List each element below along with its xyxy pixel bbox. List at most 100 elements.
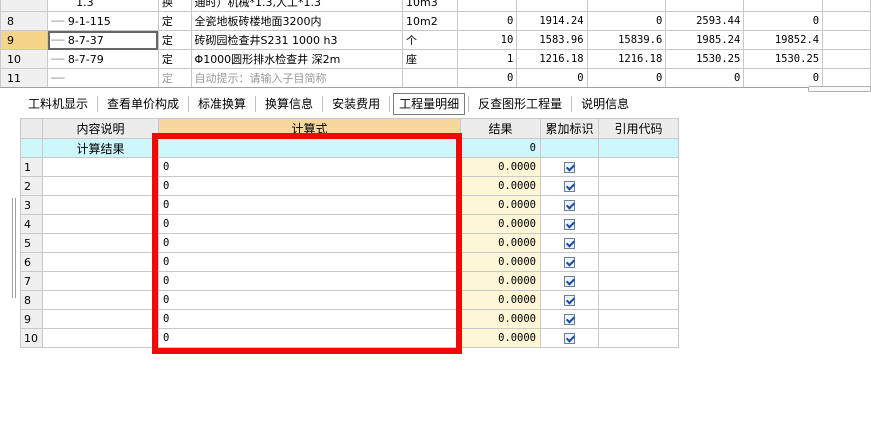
detail-row[interactable]: 5 0 0.0000 <box>20 233 679 253</box>
cumulative-checkbox[interactable] <box>564 238 575 249</box>
formula-cell[interactable]: 0 <box>158 157 461 177</box>
tab-quantity-detail[interactable]: 工程量明细 <box>393 93 466 115</box>
tab-labor-material-machine[interactable]: 工料机显示 <box>22 93 94 115</box>
ref-code-cell[interactable] <box>598 309 679 329</box>
detail-row[interactable]: 10 0 0.0000 <box>20 328 679 348</box>
formula-cell[interactable]: 0 <box>158 252 461 272</box>
quota-code[interactable]: ── 9-1-115 <box>47 11 159 31</box>
desc-cell[interactable] <box>42 157 159 177</box>
ref-code-cell[interactable] <box>598 290 679 310</box>
quota-type: 定 <box>157 68 192 87</box>
column-header-formula[interactable]: 计算式 <box>158 118 461 139</box>
cumulative-cell[interactable] <box>540 290 599 310</box>
formula-cell[interactable]: 0 <box>158 233 461 253</box>
ref-code-cell[interactable] <box>598 271 679 291</box>
cumulative-cell[interactable] <box>540 271 599 291</box>
detail-row[interactable]: 1 0 0.0000 <box>20 157 679 177</box>
result-cell: 0.0000 <box>460 309 541 329</box>
detail-row[interactable]: 9 0 0.0000 <box>20 309 679 329</box>
desc-cell[interactable] <box>42 271 159 291</box>
ref-code-cell[interactable] <box>598 233 679 253</box>
tab-description-info[interactable]: 说明信息 <box>575 93 635 115</box>
tab-standard-conversion[interactable]: 标准换算 <box>192 93 252 115</box>
quota-code[interactable]: 1.3 <box>47 0 159 12</box>
cumulative-checkbox[interactable] <box>564 314 575 325</box>
tab-unit-price-composition[interactable]: 查看单价构成 <box>101 93 185 115</box>
formula-cell[interactable]: 0 <box>158 309 461 329</box>
column-header-cumulative[interactable]: 累加标识 <box>540 118 599 139</box>
formula-cell[interactable]: 0 <box>158 290 461 310</box>
cumulative-cell[interactable] <box>540 157 599 177</box>
quota-row-new[interactable]: 11 ── 定 自动提示：请输入子目简称 0 0 0 0 0 <box>0 68 871 87</box>
quota-code[interactable]: ── 8-7-37 <box>47 30 159 50</box>
cumulative-cell[interactable] <box>540 328 599 348</box>
quota-price2: 2593.44 <box>665 11 745 31</box>
result-cell: 0.0000 <box>460 252 541 272</box>
cumulative-cell[interactable] <box>540 195 599 215</box>
desc-cell[interactable] <box>42 252 159 272</box>
quota-unit: 10m2 <box>402 11 459 31</box>
column-header-desc[interactable]: 内容说明 <box>42 118 159 139</box>
formula-cell[interactable]: 0 <box>158 176 461 196</box>
quota-code[interactable]: ── 8-7-79 <box>47 49 159 69</box>
tab-conversion-info[interactable]: 换算信息 <box>259 93 319 115</box>
cumulative-cell[interactable] <box>540 233 599 253</box>
cumulative-cell[interactable] <box>540 214 599 234</box>
cumulative-cell[interactable] <box>540 176 599 196</box>
quota-row-selected[interactable]: 9 ── 8-7-37 定 砖砌园检查井S231 1000 h3 个 10 15… <box>0 30 871 50</box>
ref-code-cell[interactable] <box>598 157 679 177</box>
formula-cell[interactable]: 0 <box>158 195 461 215</box>
desc-cell[interactable] <box>42 176 159 196</box>
detail-row[interactable]: 6 0 0.0000 <box>20 252 679 272</box>
desc-cell[interactable] <box>42 309 159 329</box>
splitter-handle[interactable] <box>12 198 16 298</box>
ref-code-cell[interactable] <box>598 214 679 234</box>
quota-name[interactable]: 全瓷地板砖楼地面3200内 <box>190 11 404 31</box>
detail-row[interactable]: 2 0 0.0000 <box>20 176 679 196</box>
quota-row[interactable]: 10 ── 8-7-79 定 Φ1000圆形排水检查井 深2m 座 1 1216… <box>0 49 871 69</box>
ref-code-cell[interactable] <box>598 176 679 196</box>
cumulative-checkbox[interactable] <box>564 162 575 173</box>
desc-cell[interactable] <box>42 195 159 215</box>
desc-cell[interactable] <box>42 328 159 348</box>
desc-cell[interactable] <box>42 214 159 234</box>
cumulative-checkbox[interactable] <box>564 200 575 211</box>
formula-cell[interactable]: 0 <box>158 328 461 348</box>
quota-row[interactable]: 8 ── 9-1-115 定 全瓷地板砖楼地面3200内 10m2 0 1914… <box>0 11 871 31</box>
quota-name-hint[interactable]: 自动提示：请输入子目简称 <box>190 68 404 87</box>
cumulative-checkbox[interactable] <box>564 295 575 306</box>
desc-cell[interactable] <box>42 290 159 310</box>
formula-cell[interactable]: 0 <box>158 214 461 234</box>
quota-name[interactable]: 通时）机械*1.3,人工*1.3 <box>190 0 404 12</box>
quota-qty[interactable]: 1 <box>457 49 518 69</box>
quota-qty[interactable]: 10 <box>457 30 518 50</box>
quota-unit: 个 <box>402 30 459 50</box>
detail-row[interactable]: 3 0 0.0000 <box>20 195 679 215</box>
ref-code-cell[interactable] <box>598 252 679 272</box>
quota-code[interactable]: ── <box>47 68 159 87</box>
cumulative-cell[interactable] <box>540 309 599 329</box>
cumulative-checkbox[interactable] <box>564 276 575 287</box>
detail-row[interactable]: 7 0 0.0000 <box>20 271 679 291</box>
detail-row[interactable]: 4 0 0.0000 <box>20 214 679 234</box>
desc-cell[interactable] <box>42 233 159 253</box>
ref-code-cell[interactable] <box>598 328 679 348</box>
quota-qty[interactable] <box>457 0 518 12</box>
column-header-result[interactable]: 结果 <box>460 118 541 139</box>
formula-cell[interactable]: 0 <box>158 271 461 291</box>
quota-qty[interactable]: 0 <box>457 11 518 31</box>
tab-reverse-graphic-quantity[interactable]: 反查图形工程量 <box>472 93 568 115</box>
detail-row[interactable]: 8 0 0.0000 <box>20 290 679 310</box>
cumulative-cell[interactable] <box>540 252 599 272</box>
quota-name[interactable]: 砖砌园检查井S231 1000 h3 <box>190 30 404 50</box>
tab-installation-cost[interactable]: 安装费用 <box>326 93 386 115</box>
quota-row[interactable]: 1.3 换 通时）机械*1.3,人工*1.3 10m3 <box>0 0 871 12</box>
cumulative-checkbox[interactable] <box>564 181 575 192</box>
ref-code-cell[interactable] <box>598 195 679 215</box>
cumulative-checkbox[interactable] <box>564 219 575 230</box>
quota-name[interactable]: Φ1000圆形排水检查井 深2m <box>190 49 404 69</box>
quota-qty[interactable]: 0 <box>457 68 518 87</box>
column-header-ref-code[interactable]: 引用代码 <box>598 118 679 139</box>
cumulative-checkbox[interactable] <box>564 257 575 268</box>
cumulative-checkbox[interactable] <box>564 333 575 344</box>
